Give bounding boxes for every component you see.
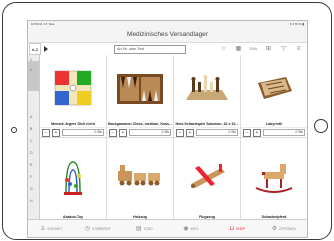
sidebar-letter[interactable]: B	[30, 127, 32, 131]
minus-button[interactable]: −	[243, 128, 251, 137]
eye-icon: ◉	[183, 226, 189, 232]
plus-button[interactable]: +	[186, 128, 194, 137]
product-card[interactable]: Schaukelpferd	[241, 138, 307, 220]
status-time: 10:53 Di. 17. Nov.	[31, 22, 55, 26]
barcode-icon[interactable]: ⊞	[264, 44, 273, 53]
doc-icon: ▤	[135, 226, 142, 232]
calendar-icon[interactable]: ▦	[234, 44, 243, 53]
tab-label: SHOP	[236, 226, 246, 231]
tablet-frame: 10:53 Di. 17. Nov. ▾ 4 76 % ▮ Medizinisc…	[2, 2, 332, 240]
quantity-stepper: − + 0 Stk	[107, 127, 173, 137]
star-icon[interactable]: ☆	[219, 44, 228, 53]
cart-icon: ⊔	[229, 226, 235, 232]
page-title: Medizinisches Versandlager	[28, 27, 307, 43]
tab-label: VORBEREIT	[92, 226, 111, 231]
sidebar-letter[interactable]: D	[30, 151, 33, 155]
tab-shop[interactable]: ⊔ SHOP	[214, 220, 261, 237]
minus-button[interactable]: −	[176, 128, 184, 137]
quantity-stepper: − + 0 Stk	[40, 127, 106, 137]
product-image-schaukelpferd	[241, 138, 307, 214]
quantity-field[interactable]: 0 Stk	[129, 129, 171, 136]
tab-label: KONTAKT	[47, 226, 63, 231]
az-sort-button[interactable]: A-Z	[29, 43, 41, 55]
tab-label: TODO	[143, 226, 153, 231]
bottom-tab-bar: ♙ KONTAKT ◷ VORBEREIT ▤ TODO ◉ INFO ⊔ SH…	[28, 219, 307, 237]
quantity-field[interactable]: 0 Stk	[196, 129, 238, 136]
product-image-labyrinth	[241, 55, 307, 121]
quantity-field[interactable]: 0 Stk	[62, 129, 104, 136]
clock-icon: ◷	[84, 226, 91, 232]
sidebar-highlight	[28, 61, 39, 91]
product-image-holzzug	[107, 138, 173, 214]
sidebar-letter[interactable]: C	[30, 139, 33, 143]
minus-button[interactable]: −	[109, 128, 117, 137]
product-card[interactable]: Mensch ärgere Dich nicht − + 0 Stk	[40, 55, 106, 137]
product-card[interactable]: Holz-Schachspiel Salomon, 32 x 32... − +…	[174, 55, 240, 137]
status-battery: ▾ 4 76 % ▮	[289, 22, 304, 26]
app-screen: 10:53 Di. 17. Nov. ▾ 4 76 % ▮ Medizinisc…	[27, 20, 308, 238]
gear-icon: ⚙	[271, 226, 278, 232]
quantity-stepper: − + 0 Stk	[174, 127, 240, 137]
product-grid: Mensch ärgere Dich nicht − + 0 Stk Backg…	[40, 55, 307, 220]
tab-kontakt[interactable]: ♙ KONTAKT	[28, 220, 75, 237]
sidebar-letter[interactable]: F	[30, 175, 32, 179]
product-card[interactable]: Backgammon Chios, medium, Kass... − + 0 …	[107, 55, 173, 137]
product-image-ludo	[40, 55, 106, 121]
play-icon[interactable]	[44, 46, 48, 52]
tab-label: OPTIONEN	[279, 226, 296, 231]
plus-button[interactable]: +	[52, 128, 60, 137]
tab-optionen[interactable]: ⚙ OPTIONEN	[261, 220, 308, 237]
tab-todo[interactable]: ▤ TODO	[121, 220, 168, 237]
quantity-stepper: − + 0 Stk	[241, 127, 307, 137]
filter-icon[interactable]: ▽	[279, 44, 288, 53]
ean-icon[interactable]: EAN	[249, 44, 258, 53]
person-icon: ♙	[40, 226, 46, 232]
product-card[interactable]: Holzzug	[107, 138, 173, 220]
product-card[interactable]: Flugzeug	[174, 138, 240, 220]
camera-dot	[11, 127, 17, 133]
product-image-backgammon	[107, 55, 173, 121]
quantity-field[interactable]: 0 Stk	[263, 129, 305, 136]
search-input[interactable]: Art.Nr. oder Text	[114, 45, 186, 54]
tab-info[interactable]: ◉ INFO	[168, 220, 215, 237]
sidebar-letter[interactable]: A	[30, 115, 32, 119]
product-card[interactable]: Labyrinth − + 0 Stk	[241, 55, 307, 137]
plus-button[interactable]: +	[253, 128, 261, 137]
product-image-flugzeug	[174, 138, 240, 214]
product-image-chess	[174, 55, 240, 121]
sidebar-letter[interactable]: 1	[30, 58, 32, 62]
menu-icon[interactable]: ≡	[294, 44, 303, 53]
product-card[interactable]: Abakus-Toy	[40, 138, 106, 220]
tab-label: INFO	[190, 226, 199, 231]
minus-button[interactable]: −	[42, 128, 50, 137]
sidebar-letter[interactable]: 2	[30, 68, 32, 72]
home-button[interactable]	[314, 119, 328, 133]
product-image-abakus	[40, 138, 106, 214]
sidebar-letter[interactable]: H	[30, 199, 33, 203]
tab-vorbereit[interactable]: ◷ VORBEREIT	[75, 220, 122, 237]
index-sidebar[interactable]: 1 2 A B C D E F G H	[28, 55, 40, 220]
plus-button[interactable]: +	[119, 128, 127, 137]
sidebar-letter[interactable]: G	[30, 187, 33, 191]
sidebar-letter[interactable]: E	[30, 163, 32, 167]
